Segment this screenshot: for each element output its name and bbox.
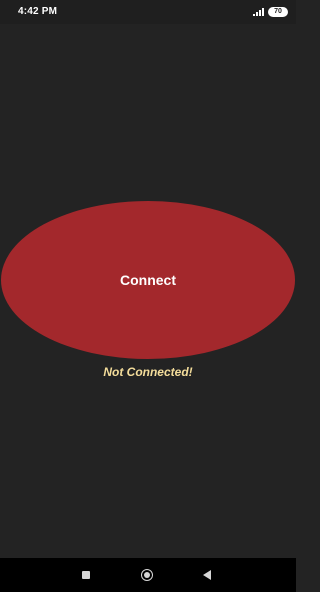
back-icon[interactable] [203,570,211,580]
status-bar: 4:42 PM 70 [0,0,296,24]
status-time: 4:42 PM [18,6,58,17]
battery-level: 70 [274,8,282,15]
navigation-bar [0,558,296,592]
home-icon[interactable] [141,569,153,581]
connect-button[interactable]: Connect [1,201,295,359]
signal-icon [253,8,264,16]
connection-status: Not Connected! [103,365,193,379]
battery-icon: 70 [268,7,288,17]
recents-icon[interactable] [82,571,90,579]
main-content: Connect Not Connected! [0,24,296,558]
connect-button-label: Connect [120,272,176,288]
status-icons: 70 [253,5,288,19]
